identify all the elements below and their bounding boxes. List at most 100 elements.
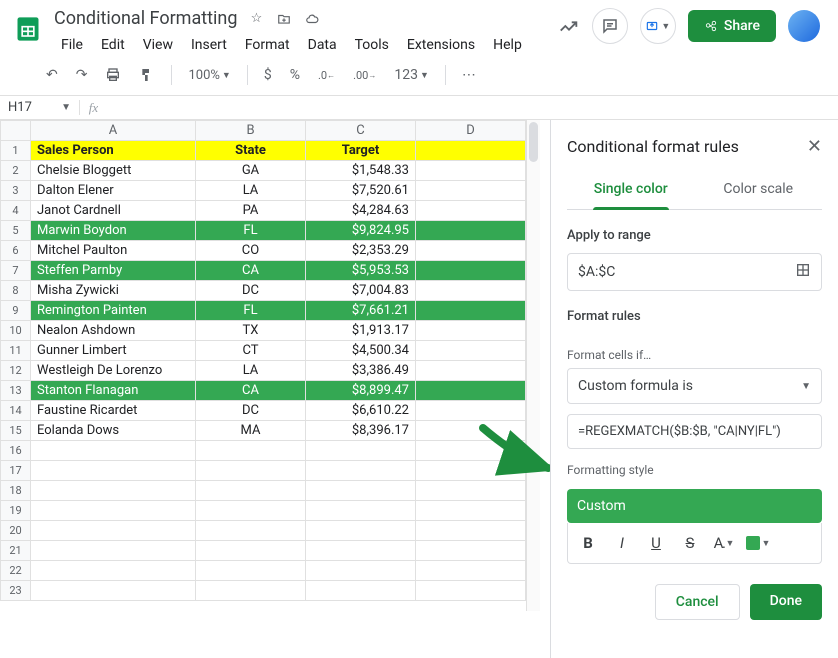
cell-person[interactable]: Faustine Ricardet: [31, 401, 196, 421]
star-icon[interactable]: ☆: [247, 10, 265, 28]
formula-input[interactable]: =REGEXMATCH($B:$B, "CA|NY|FL"): [567, 414, 822, 449]
col-header-D[interactable]: D: [416, 121, 526, 141]
cell-target[interactable]: $8,899.47: [306, 381, 416, 401]
grid-select-icon[interactable]: [795, 262, 811, 282]
cell-target[interactable]: $7,661.21: [306, 301, 416, 321]
decrease-decimal-button[interactable]: .0←: [312, 65, 341, 86]
cell-target[interactable]: $4,284.63: [306, 201, 416, 221]
menu-file[interactable]: File: [54, 33, 90, 57]
header-cell[interactable]: Sales Person: [31, 141, 196, 161]
print-button[interactable]: [99, 63, 127, 87]
doc-title[interactable]: Conditional Formatting: [54, 8, 237, 29]
cell-state[interactable]: CO: [196, 241, 306, 261]
tab-color-scale[interactable]: Color scale: [695, 169, 823, 209]
percent-button[interactable]: %: [284, 63, 306, 87]
account-avatar[interactable]: [788, 10, 820, 42]
cell-person[interactable]: Westleigh De Lorenzo: [31, 361, 196, 381]
close-icon[interactable]: ✕: [807, 136, 822, 157]
cell-person[interactable]: Gunner Limbert: [31, 341, 196, 361]
row-header[interactable]: 3: [1, 181, 31, 201]
menu-format[interactable]: Format: [238, 33, 297, 57]
cell-target[interactable]: $7,004.83: [306, 281, 416, 301]
cell-target[interactable]: $7,520.61: [306, 181, 416, 201]
row-header[interactable]: 20: [1, 521, 31, 541]
zoom-select[interactable]: 100%▼: [182, 64, 236, 87]
menu-tools[interactable]: Tools: [348, 33, 396, 57]
menu-edit[interactable]: Edit: [94, 33, 132, 57]
row-header[interactable]: 4: [1, 201, 31, 221]
cell-person[interactable]: Nealon Ashdown: [31, 321, 196, 341]
cell-state[interactable]: GA: [196, 161, 306, 181]
row-header[interactable]: 19: [1, 501, 31, 521]
cell-target[interactable]: $2,353.29: [306, 241, 416, 261]
underline-button[interactable]: U: [640, 529, 672, 557]
header-cell[interactable]: State: [196, 141, 306, 161]
row-header[interactable]: 18: [1, 481, 31, 501]
row-header[interactable]: 1: [1, 141, 31, 161]
row-header[interactable]: 7: [1, 261, 31, 281]
sheets-logo[interactable]: [12, 8, 44, 50]
row-header[interactable]: 6: [1, 241, 31, 261]
cloud-status-icon[interactable]: [303, 10, 321, 28]
cell-state[interactable]: MA: [196, 421, 306, 441]
row-header[interactable]: 2: [1, 161, 31, 181]
increase-decimal-button[interactable]: .00→: [347, 65, 382, 86]
cancel-button[interactable]: Cancel: [655, 584, 740, 620]
menu-view[interactable]: View: [136, 33, 180, 57]
range-input[interactable]: $A:$C: [567, 253, 822, 291]
col-header-C[interactable]: C: [306, 121, 416, 141]
menu-extensions[interactable]: Extensions: [400, 33, 482, 57]
row-header[interactable]: 13: [1, 381, 31, 401]
row-header[interactable]: 5: [1, 221, 31, 241]
col-header-A[interactable]: A: [31, 121, 196, 141]
cell-target[interactable]: $8,396.17: [306, 421, 416, 441]
cell-target[interactable]: $6,610.22: [306, 401, 416, 421]
row-header[interactable]: 15: [1, 421, 31, 441]
vertical-scrollbar[interactable]: [526, 120, 540, 611]
undo-button[interactable]: ↶: [40, 63, 64, 87]
more-tools-button[interactable]: ⋯: [456, 63, 482, 87]
spreadsheet-grid[interactable]: ABCD 1Sales PersonStateTarget 2Chelsie Bl…: [0, 120, 526, 601]
share-button[interactable]: Share: [688, 10, 776, 42]
text-color-button[interactable]: A.▼: [708, 529, 740, 557]
cell-state[interactable]: LA: [196, 361, 306, 381]
cell-target[interactable]: $1,913.17: [306, 321, 416, 341]
cell-state[interactable]: FL: [196, 221, 306, 241]
cell-person[interactable]: Chelsie Bloggett: [31, 161, 196, 181]
header-cell[interactable]: Target: [306, 141, 416, 161]
cell-target[interactable]: $5,953.53: [306, 261, 416, 281]
cell-state[interactable]: LA: [196, 181, 306, 201]
condition-select[interactable]: Custom formula is ▼: [567, 368, 822, 404]
number-format-button[interactable]: 123▼: [388, 63, 435, 87]
cell-state[interactable]: FL: [196, 301, 306, 321]
row-header[interactable]: 10: [1, 321, 31, 341]
menu-help[interactable]: Help: [486, 33, 529, 57]
done-button[interactable]: Done: [750, 584, 822, 620]
cell-state[interactable]: DC: [196, 401, 306, 421]
row-header[interactable]: 12: [1, 361, 31, 381]
row-header[interactable]: 17: [1, 461, 31, 481]
cell-person[interactable]: Marwin Boydon: [31, 221, 196, 241]
row-header[interactable]: 8: [1, 281, 31, 301]
cell-person[interactable]: Janot Cardnell: [31, 201, 196, 221]
cell-state[interactable]: TX: [196, 321, 306, 341]
move-icon[interactable]: [275, 10, 293, 28]
present-button[interactable]: ▼: [640, 8, 676, 44]
cell-person[interactable]: Mitchel Paulton: [31, 241, 196, 261]
cell-target[interactable]: $3,386.49: [306, 361, 416, 381]
bold-button[interactable]: B: [572, 529, 604, 557]
cell-person[interactable]: Misha Zywicki: [31, 281, 196, 301]
comments-button[interactable]: [592, 8, 628, 44]
row-header[interactable]: 21: [1, 541, 31, 561]
fill-color-button[interactable]: ▼: [742, 529, 774, 557]
row-header[interactable]: 11: [1, 341, 31, 361]
menu-insert[interactable]: Insert: [184, 33, 234, 57]
paint-format-button[interactable]: [133, 63, 161, 87]
col-header-B[interactable]: B: [196, 121, 306, 141]
row-header[interactable]: 14: [1, 401, 31, 421]
cell-person[interactable]: Steffen Parnby: [31, 261, 196, 281]
tab-single-color[interactable]: Single color: [567, 169, 695, 209]
cell-state[interactable]: CA: [196, 381, 306, 401]
menu-data[interactable]: Data: [301, 33, 344, 57]
cell-person[interactable]: Remington Painten: [31, 301, 196, 321]
